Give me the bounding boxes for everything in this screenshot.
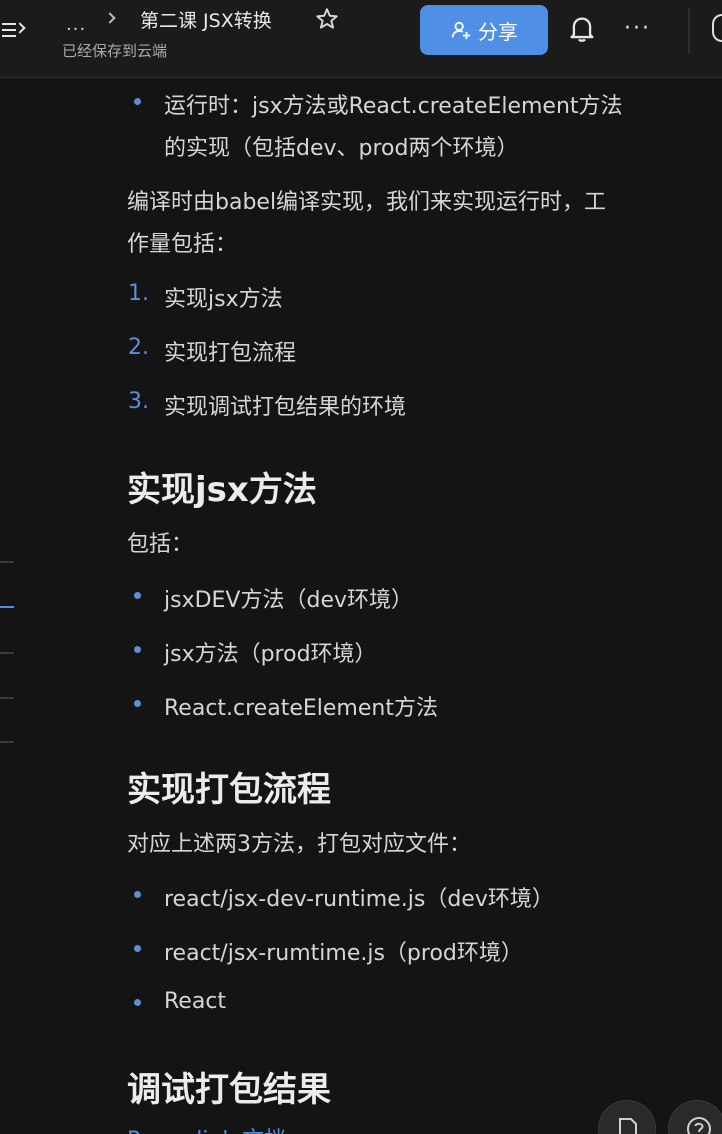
help-edge-icon[interactable] bbox=[712, 14, 722, 42]
bullet-dot bbox=[134, 999, 141, 1006]
bullet-dot bbox=[134, 592, 141, 599]
more-icon[interactable]: ··· bbox=[624, 16, 651, 41]
outline-marker-active[interactable] bbox=[0, 606, 14, 608]
bell-icon[interactable] bbox=[568, 14, 596, 44]
document-icon[interactable] bbox=[598, 1100, 656, 1134]
section-heading: 实现打包流程 bbox=[127, 770, 331, 810]
doc-link[interactable]: Pnpm link 文档 bbox=[127, 1122, 286, 1134]
list-item: 实现jsx方法 bbox=[164, 287, 283, 312]
list-item: React.createElement方法 bbox=[164, 696, 438, 721]
share-label: 分享 bbox=[478, 19, 518, 44]
section-heading: 调试打包结果 bbox=[127, 1070, 331, 1110]
section-heading: 实现jsx方法 bbox=[127, 470, 317, 510]
list-number: 3. bbox=[128, 389, 149, 414]
bullet-dot bbox=[134, 646, 141, 653]
paragraph: 对应上述两3方法，打包对应文件： bbox=[127, 832, 471, 857]
bullet-dot bbox=[134, 700, 141, 707]
toolbar-divider bbox=[688, 8, 690, 54]
breadcrumb-ellipsis[interactable]: ... bbox=[66, 14, 86, 35]
list-item: React bbox=[164, 989, 227, 1014]
save-status: 已经保存到云端 bbox=[62, 42, 168, 60]
outline-marker[interactable] bbox=[0, 561, 14, 563]
outline-marker[interactable] bbox=[0, 697, 14, 699]
list-item: react/jsx-rumtime.js（prod环境） bbox=[164, 941, 523, 966]
outline-marker[interactable] bbox=[0, 741, 14, 743]
bullet-dot bbox=[134, 98, 141, 105]
top-toolbar: ... 第二课 JSX转换 已经保存到云端 分享 ··· bbox=[0, 0, 722, 78]
chevron-right-icon bbox=[104, 12, 116, 24]
list-item: 运行时：jsx方法或React.createElement方法 bbox=[164, 94, 623, 119]
share-button[interactable]: 分享 bbox=[420, 5, 548, 55]
bullet-dot bbox=[134, 891, 141, 898]
menu-collapse-icon[interactable] bbox=[0, 16, 30, 44]
list-item: jsx方法（prod环境） bbox=[164, 642, 377, 667]
list-item: react/jsx-dev-runtime.js（dev环境） bbox=[164, 887, 554, 912]
bullet-dot bbox=[134, 945, 141, 952]
list-item: jsxDEV方法（dev环境） bbox=[164, 588, 414, 613]
paragraph: 编译时由babel编译实现，我们来实现运行时，工 bbox=[127, 190, 607, 215]
outline-marker[interactable] bbox=[0, 652, 14, 654]
help-icon[interactable] bbox=[668, 1100, 722, 1134]
star-icon[interactable] bbox=[314, 6, 340, 32]
list-number: 2. bbox=[128, 335, 149, 360]
list-item: 实现调试打包结果的环境 bbox=[164, 395, 407, 420]
document-title[interactable]: 第二课 JSX转换 bbox=[140, 6, 272, 33]
add-user-icon bbox=[451, 21, 471, 40]
list-number: 1. bbox=[128, 281, 149, 306]
paragraph: 包括： bbox=[127, 532, 194, 557]
paragraph: 作量包括： bbox=[127, 232, 238, 257]
list-item: 实现打包流程 bbox=[164, 341, 297, 366]
list-item-continuation: 的实现（包括dev、prod两个环境） bbox=[164, 136, 519, 161]
